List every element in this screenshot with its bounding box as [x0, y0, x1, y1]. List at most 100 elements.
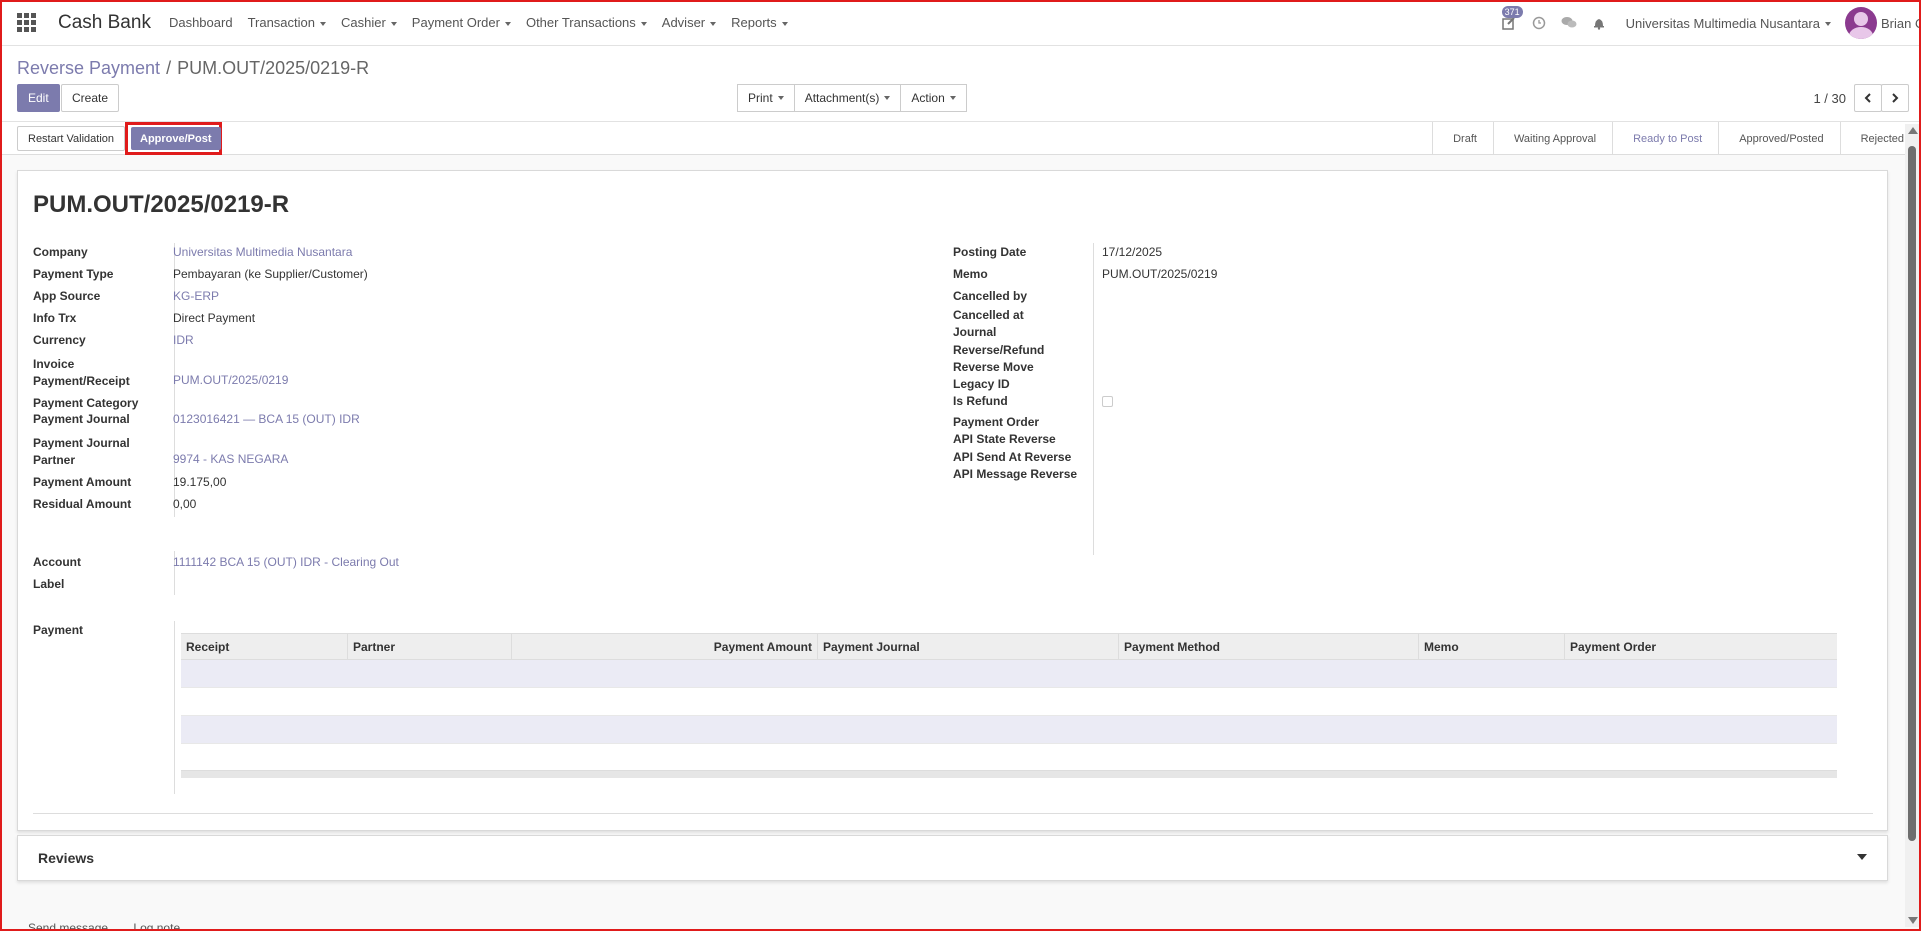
payment-journal-link[interactable]: 0123016421 — BCA 15 (OUT) IDR [173, 412, 360, 426]
field-currency: Currency IDR [33, 333, 194, 347]
print-dropdown[interactable]: Print [737, 84, 795, 112]
menu-other-transactions[interactable]: Other Transactions [526, 15, 647, 30]
stage-ready-to-post[interactable]: Ready to Post [1613, 122, 1720, 155]
reviews-panel[interactable]: Reviews [17, 835, 1888, 881]
record-title: PUM.OUT/2025/0219-R [33, 191, 290, 218]
table-row [181, 688, 1837, 716]
payment-journal-partner-link[interactable]: 9974 - KAS NEGARA [173, 452, 288, 469]
field-app-source: App Source KG-ERP [33, 289, 219, 303]
column-payment-amount[interactable]: Payment Amount [512, 634, 818, 659]
table-footer [181, 770, 1837, 778]
apps-menu-icon[interactable] [16, 13, 36, 33]
field-label: Cancelled by [953, 289, 1028, 303]
info-trx-value: Direct Payment [173, 311, 256, 325]
field-payment-amount: Payment Amount 19.175,00 [33, 475, 226, 489]
pager: 1 / 30 [1813, 84, 1909, 112]
payment-type-value: Pembayaran (ke Supplier/Customer) [173, 267, 368, 281]
field-label: Payment Category [33, 396, 139, 410]
sheet-separator [33, 813, 1873, 814]
pager-next-button[interactable] [1881, 84, 1909, 112]
breadcrumb-separator: / [166, 58, 172, 78]
user-avatar[interactable] [1845, 7, 1877, 39]
field-api-state-reverse: API State Reverse [953, 432, 1102, 446]
field-invoice-payment-receipt: Invoice Payment/Receipt PUM.OUT/2025/021… [33, 356, 288, 390]
chat-icon[interactable] [1558, 12, 1580, 34]
stage-waiting-approval[interactable]: Waiting Approval [1494, 122, 1614, 155]
field-label: Payment Journal [33, 412, 130, 426]
menu-transaction[interactable]: Transaction [248, 15, 326, 30]
menu-payment-order[interactable]: Payment Order [412, 15, 511, 30]
field-label: Label [33, 577, 65, 591]
chevron-left-icon [1864, 93, 1871, 103]
caret-down-icon[interactable] [1857, 854, 1867, 860]
field-memo: Memo PUM.OUT/2025/0219 [953, 267, 1217, 281]
payment-group-divider [174, 621, 175, 794]
user-name[interactable]: Brian O [1881, 16, 1921, 31]
form-statusbar: Restart Validation Approve/Post Draft Wa… [0, 122, 1921, 155]
invoice-payment-link[interactable]: PUM.OUT/2025/0219 [173, 373, 288, 390]
field-label: Info Trx [33, 311, 77, 325]
approve-post-button[interactable]: Approve/Post [131, 127, 221, 150]
restart-validation-button[interactable]: Restart Validation [17, 126, 126, 151]
bell-icon[interactable] [1588, 12, 1610, 34]
field-api-send-at-reverse: API Send At Reverse [953, 450, 1102, 464]
field-label: App Source [33, 289, 101, 303]
table-row [181, 716, 1837, 744]
column-receipt[interactable]: Receipt [181, 634, 348, 659]
edit-button[interactable]: Edit [17, 84, 60, 112]
field-label: API Send At Reverse [953, 450, 1072, 464]
field-info-trx: Info Trx Direct Payment [33, 311, 255, 325]
field-payment-order: Payment Order [953, 415, 1102, 429]
table-header: Receipt Partner Payment Amount Payment J… [181, 633, 1837, 660]
payment-amount-value: 19.175,00 [173, 475, 227, 489]
create-button[interactable]: Create [61, 84, 120, 112]
column-memo[interactable]: Memo [1419, 634, 1565, 659]
column-payment-method[interactable]: Payment Method [1119, 634, 1419, 659]
field-label-row: Label [33, 577, 173, 591]
field-is-refund: Is Refund [953, 394, 1113, 408]
vertical-scrollbar[interactable] [1905, 124, 1919, 927]
attachments-dropdown[interactable]: Attachment(s) [793, 84, 902, 112]
menu-dashboard[interactable]: Dashboard [169, 15, 233, 30]
field-label: Payment Type [33, 267, 114, 281]
column-partner[interactable]: Partner [348, 634, 512, 659]
scroll-up-arrow-icon[interactable] [1908, 127, 1918, 134]
menu-cashier[interactable]: Cashier [341, 15, 397, 30]
top-navbar: Cash Bank Dashboard Transaction Cashier … [0, 0, 1921, 46]
stage-draft[interactable]: Draft [1433, 122, 1494, 155]
field-cancelled-at-journal: Cancelled at Journal [953, 307, 1043, 341]
column-payment-order[interactable]: Payment Order [1565, 634, 1837, 659]
action-dropdown[interactable]: Action [900, 84, 967, 112]
currency-link[interactable]: IDR [173, 333, 194, 347]
field-label: Account [33, 555, 81, 569]
field-residual-amount: Residual Amount 0,00 [33, 497, 196, 511]
field-label: Invoice Payment/Receipt [33, 357, 130, 388]
control-panel: Reverse Payment / PUM.OUT/2025/0219-R Edit… [0, 46, 1921, 122]
column-payment-journal[interactable]: Payment Journal [818, 634, 1119, 659]
app-source-link[interactable]: KG-ERP [173, 289, 219, 303]
is-refund-checkbox[interactable] [1102, 396, 1113, 407]
field-label: Currency [33, 333, 86, 347]
pager-value[interactable]: 1 / 30 [1813, 91, 1846, 106]
stage-approved-posted[interactable]: Approved/Posted [1719, 122, 1841, 155]
send-message-button[interactable]: Send message [28, 921, 108, 931]
company-switcher[interactable]: Universitas Multimedia Nusantara [1626, 16, 1831, 31]
payment-table: Receipt Partner Payment Amount Payment J… [181, 633, 1837, 778]
menu-reports[interactable]: Reports [731, 15, 788, 30]
scrollbar-thumb[interactable] [1908, 146, 1916, 841]
log-note-button[interactable]: Log note [133, 921, 180, 931]
activity-edit-icon[interactable]: 371 [1498, 6, 1523, 34]
scroll-down-arrow-icon[interactable] [1908, 917, 1918, 924]
account-link[interactable]: 1111142 BCA 15 (OUT) IDR - Clearing Out [173, 555, 399, 569]
activity-badge: 371 [1501, 6, 1523, 18]
pager-previous-button[interactable] [1854, 84, 1882, 112]
field-api-message-reverse: API Message Reverse [953, 467, 1102, 481]
company-link[interactable]: Universitas Multimedia Nusantara [173, 245, 352, 259]
app-title: Cash Bank [58, 11, 151, 33]
breadcrumb-parent[interactable]: Reverse Payment [17, 58, 160, 78]
menu-adviser[interactable]: Adviser [662, 15, 716, 30]
field-label: Reverse/Refund Reverse Move [953, 343, 1045, 374]
clock-icon[interactable] [1528, 12, 1550, 34]
field-label: Legacy ID [953, 377, 1010, 391]
field-label: Payment Order [953, 415, 1040, 429]
